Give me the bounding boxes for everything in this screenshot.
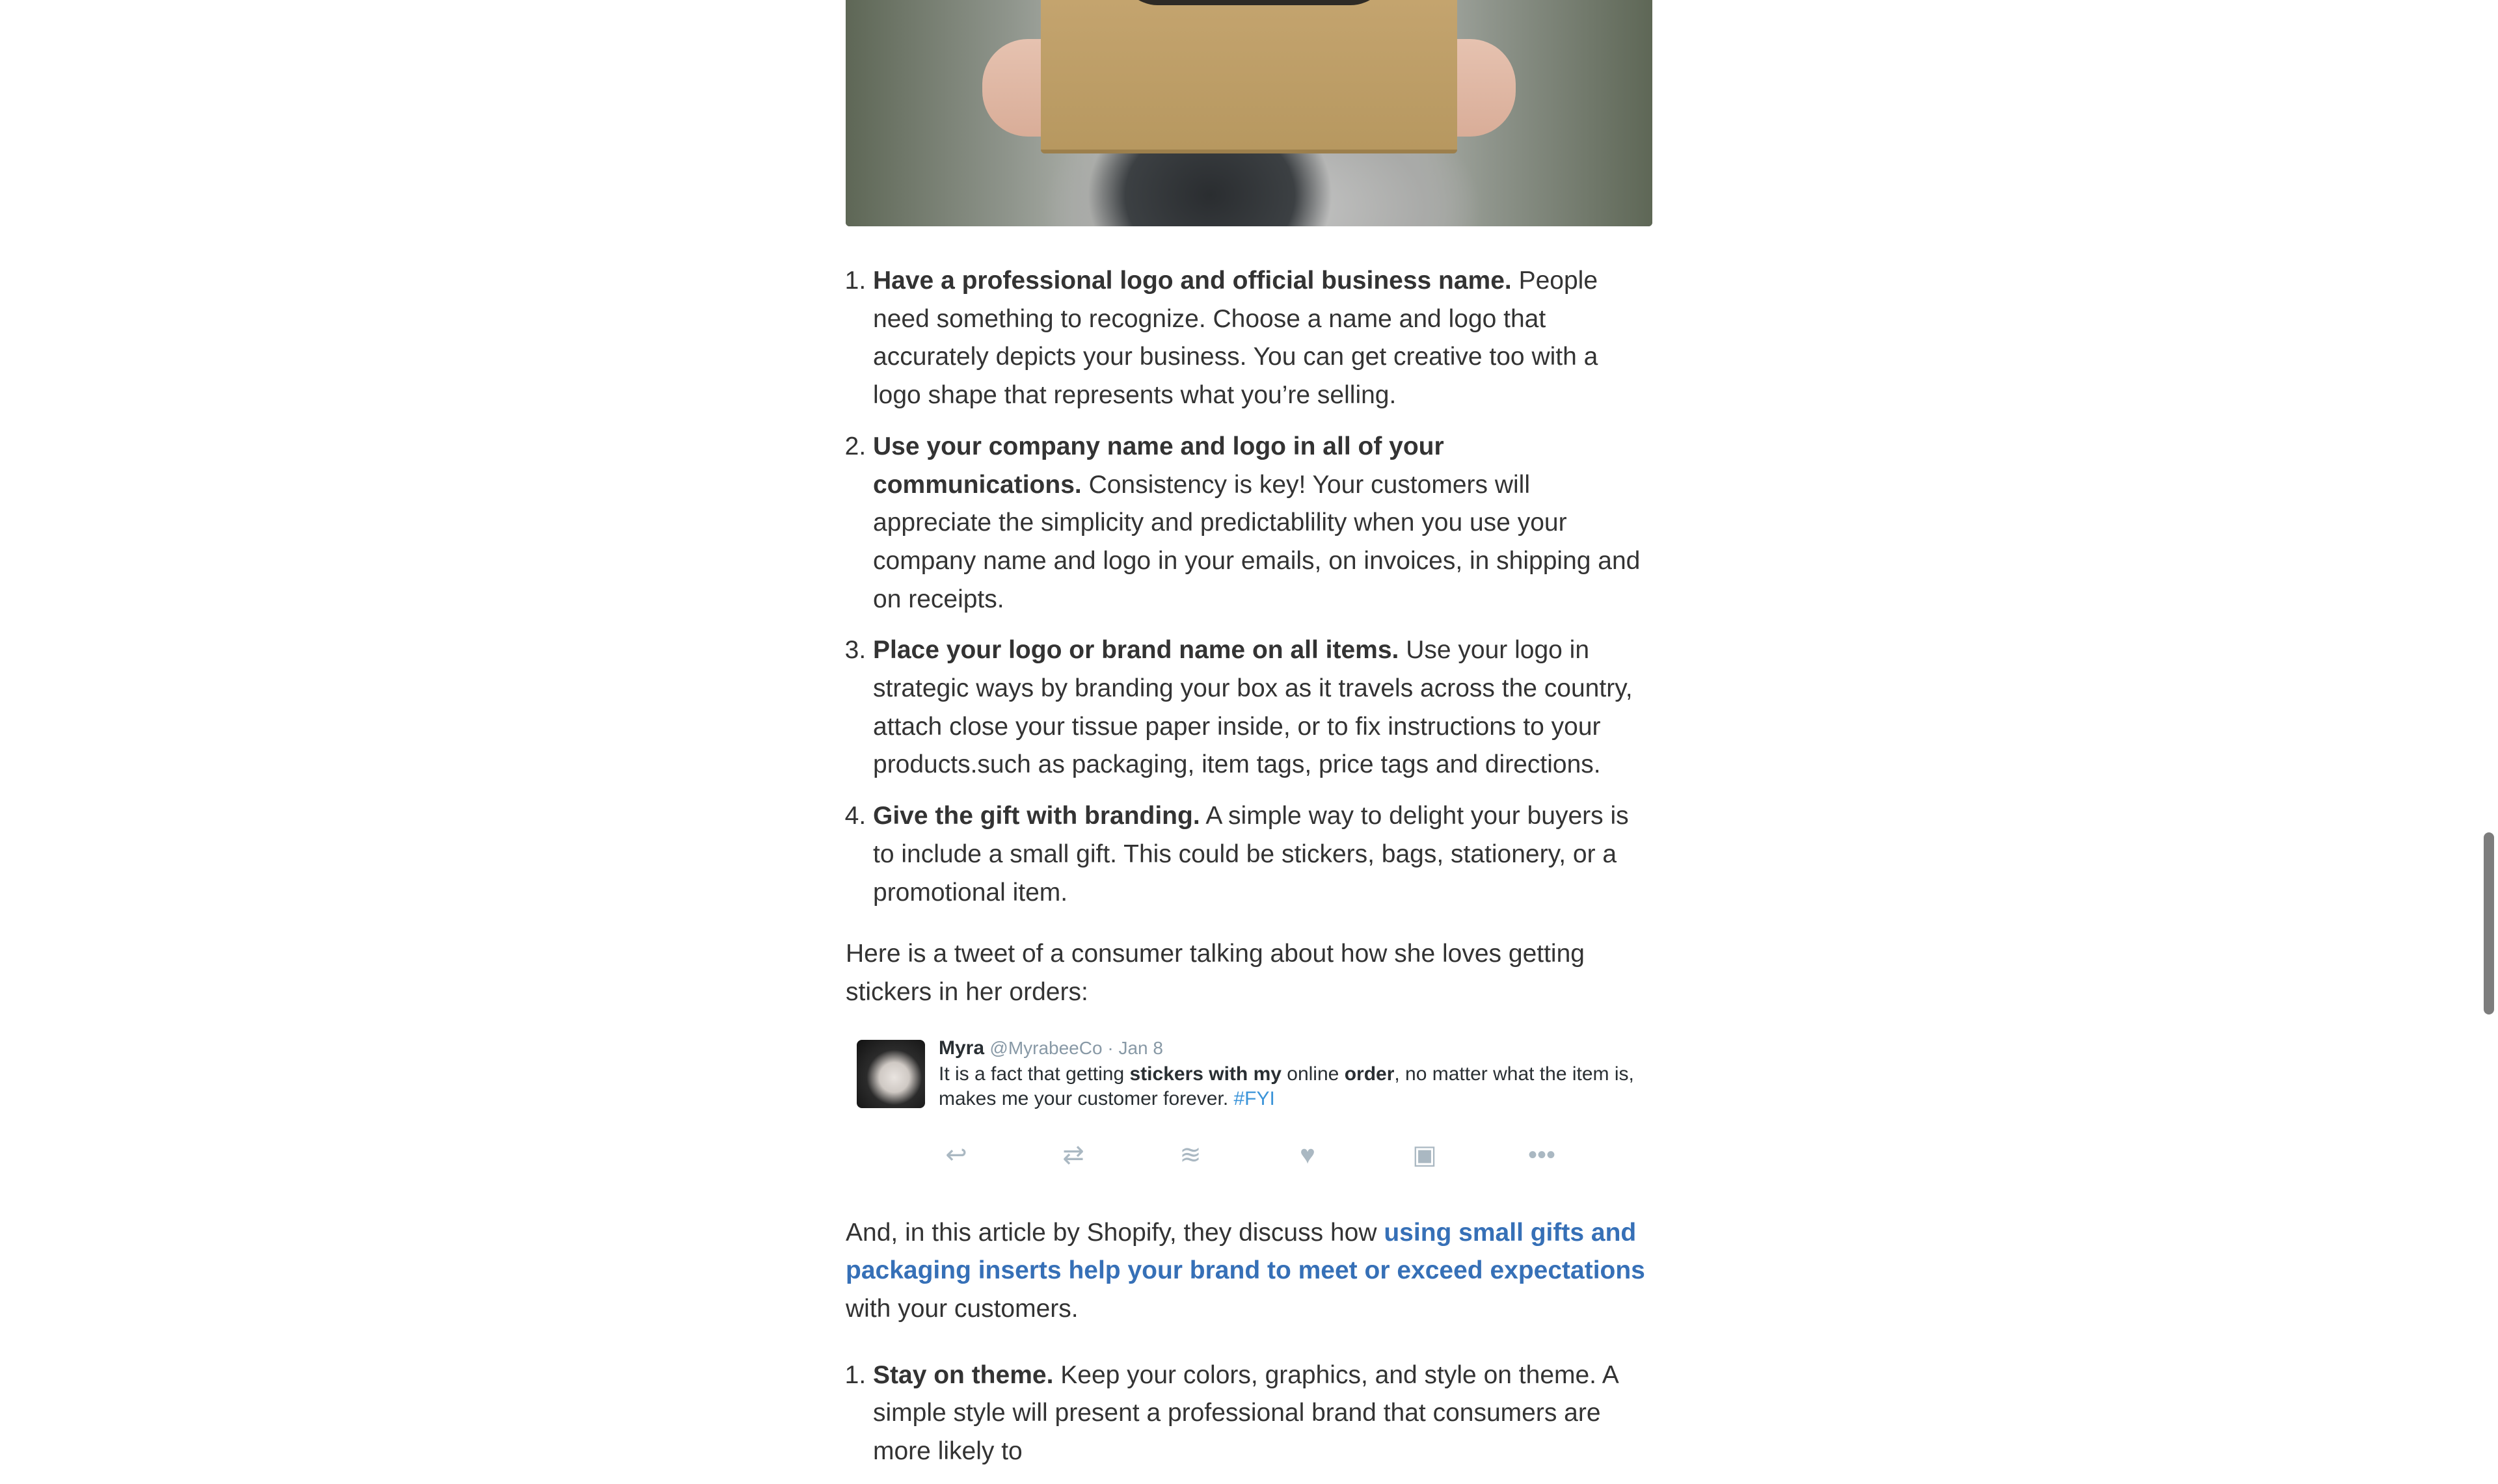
list-item: Give the gift with branding. A simple wa… [873, 797, 1652, 912]
reply-icon[interactable]: ↩ [937, 1142, 976, 1168]
tweet-author-name[interactable]: Myra [939, 1037, 984, 1059]
shopify-paragraph: And, in this article by Shopify, they di… [846, 1218, 1645, 1323]
list-item: Stay on theme. Keep your colors, graphic… [873, 1357, 1652, 1471]
tweet-handle[interactable]: @MyrabeeCo [989, 1038, 1102, 1058]
hero-image [846, 0, 1652, 226]
more-icon[interactable]: ••• [1522, 1142, 1561, 1168]
branding-tips-list: Have a professional logo and official bu… [846, 262, 1652, 912]
retweet-icon[interactable]: ⇄ [1054, 1142, 1093, 1168]
save-icon[interactable]: ▣ [1405, 1142, 1444, 1168]
avatar[interactable] [857, 1039, 925, 1108]
buffer-icon[interactable]: ≋ [1171, 1142, 1210, 1168]
tweet-body: Myra @MyrabeeCo · Jan 8 It is a fact tha… [939, 1036, 1648, 1111]
like-icon[interactable]: ♥ [1288, 1142, 1327, 1168]
embedded-tweet: Myra @MyrabeeCo · Jan 8 It is a fact tha… [846, 1037, 1652, 1186]
style-tips-list: Stay on theme. Keep your colors, graphic… [846, 1357, 1652, 1471]
article-body: Have a professional logo and official bu… [846, 0, 1652, 1484]
tweet-text: It is a fact that getting stickers with … [939, 1063, 1634, 1109]
list-item: Have a professional logo and official bu… [873, 262, 1652, 415]
tweet-hashtag-link[interactable]: #FYI [1234, 1088, 1275, 1109]
tweet-header: Myra @MyrabeeCo · Jan 8 [939, 1037, 1163, 1059]
tweet-intro-paragraph: Here is a tweet of a consumer talking ab… [846, 940, 1585, 1006]
tweet-date[interactable]: Jan 8 [1118, 1038, 1163, 1058]
scrollbar-thumb[interactable] [2484, 832, 2494, 1014]
tweet-actions: ↩ ⇄ ≋ ♥ ▣ ••• [937, 1139, 1561, 1171]
gift-box [1041, 0, 1457, 153]
list-item: Place your logo or brand name on all ite… [873, 631, 1652, 784]
list-item: Use your company name and logo in all of… [873, 428, 1652, 619]
